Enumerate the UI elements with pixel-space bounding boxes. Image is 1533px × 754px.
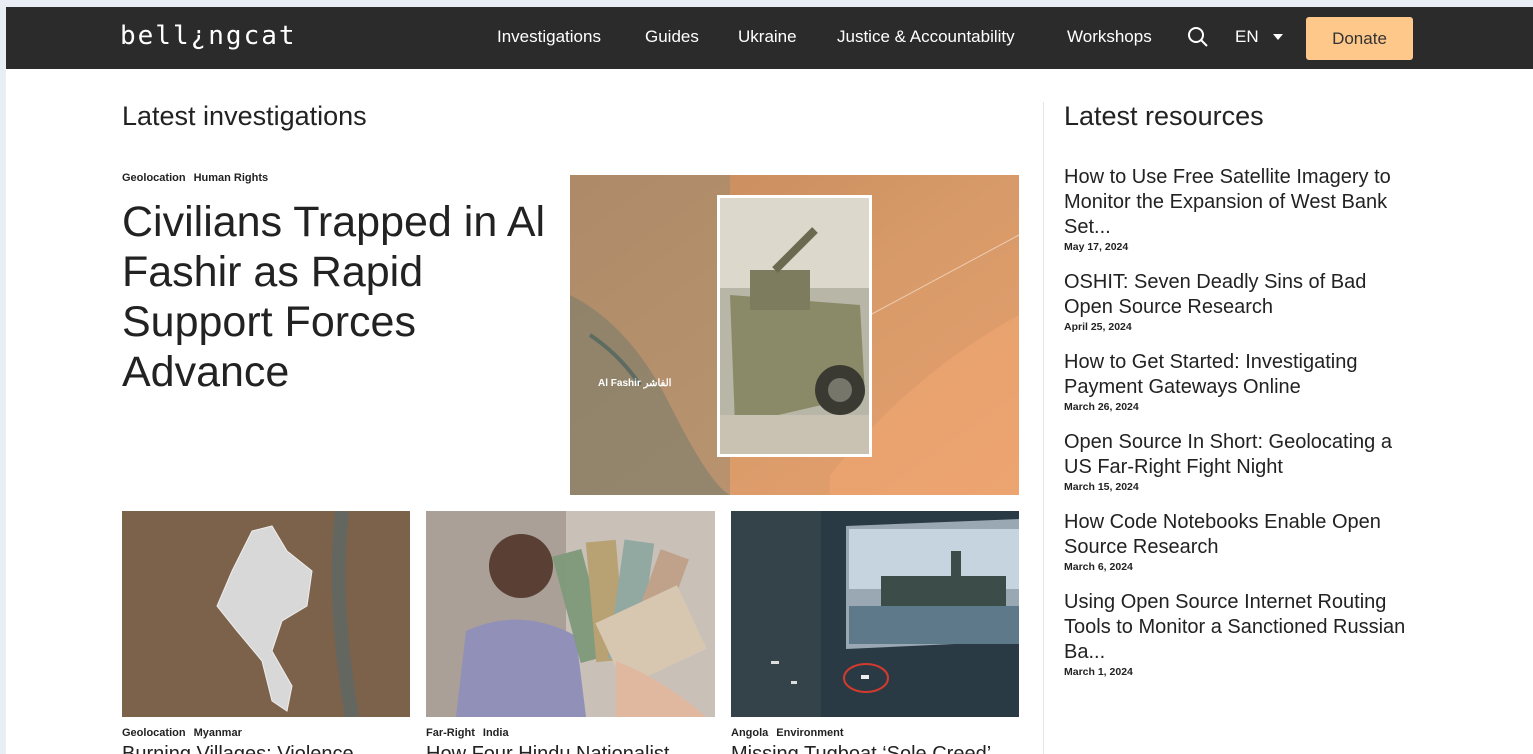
tag-geolocation[interactable]: Geolocation	[122, 172, 186, 184]
bellingcat-logo[interactable]: bell¿ngcat	[120, 21, 297, 51]
tag-angola[interactable]: Angola	[731, 727, 768, 739]
column-divider	[1043, 102, 1044, 754]
resource-title[interactable]: Using Open Source Internet Routing Tools…	[1064, 590, 1409, 665]
resource-item[interactable]: OSHIT: Seven Deadly Sins of Bad Open Sou…	[1064, 270, 1409, 333]
resource-title[interactable]: OSHIT: Seven Deadly Sins of Bad Open Sou…	[1064, 270, 1409, 320]
featured-article-title[interactable]: Civilians Trapped in Al Fashir as Rapid …	[122, 197, 562, 397]
tag-geolocation[interactable]: Geolocation	[122, 727, 186, 739]
resource-item[interactable]: Open Source In Short: Geolocating a US F…	[1064, 430, 1409, 493]
resource-item[interactable]: How to Get Started: Investigating Paymen…	[1064, 350, 1409, 413]
nav-workshops[interactable]: Workshops	[1067, 27, 1152, 47]
resource-item[interactable]: Using Open Source Internet Routing Tools…	[1064, 590, 1409, 678]
card-image-tugboat[interactable]	[731, 511, 1019, 717]
latest-resources-title: Latest resources	[1064, 101, 1264, 131]
page: bell¿ngcat Investigations Guides Ukraine…	[6, 7, 1533, 754]
map-label-al-fashir: Al Fashir الفاشر	[598, 378, 672, 389]
card-tags-myanmar: Geolocation Myanmar	[122, 727, 242, 739]
latest-investigations-title: Latest investigations	[122, 101, 367, 131]
myanmar-map-image	[122, 511, 410, 717]
resource-date: March 26, 2024	[1064, 401, 1139, 413]
resource-item[interactable]: How Code Notebooks Enable Open Source Re…	[1064, 510, 1409, 573]
resource-item[interactable]: How to Use Free Satellite Imagery to Mon…	[1064, 165, 1409, 253]
nav-guides[interactable]: Guides	[645, 27, 699, 47]
card-image-myanmar[interactable]	[122, 511, 410, 717]
resource-title[interactable]: Open Source In Short: Geolocating a US F…	[1064, 430, 1409, 480]
search-icon[interactable]	[1186, 25, 1210, 49]
resources-list: How to Use Free Satellite Imagery to Mon…	[1064, 165, 1409, 695]
resource-date: May 17, 2024	[1064, 241, 1129, 253]
resource-date: March 6, 2024	[1064, 561, 1133, 573]
resource-date: April 25, 2024	[1064, 321, 1132, 333]
card-title-hindu-nationalist[interactable]: How Four Hindu Nationalist	[426, 743, 669, 754]
tag-far-right[interactable]: Far-Right	[426, 727, 475, 739]
tag-india[interactable]: India	[483, 727, 509, 739]
resource-date: March 15, 2024	[1064, 481, 1139, 493]
tugboat-satellite-image	[731, 511, 1019, 717]
resource-date: March 1, 2024	[1064, 666, 1133, 678]
nav-investigations[interactable]: Investigations	[497, 27, 601, 47]
tag-myanmar[interactable]: Myanmar	[194, 727, 242, 739]
language-selector[interactable]: EN	[1235, 27, 1259, 47]
satellite-map-image	[570, 175, 1019, 495]
woman-with-banknotes-image	[426, 511, 715, 717]
tag-environment[interactable]: Environment	[776, 727, 843, 739]
featured-article-image[interactable]: Al Fashir الفاشر	[570, 175, 1019, 495]
nav-ukraine[interactable]: Ukraine	[738, 27, 797, 47]
card-title-tugboat[interactable]: Missing Tugboat ‘Sole Creed’	[731, 743, 991, 754]
featured-tags: Geolocation Human Rights	[122, 172, 268, 184]
chevron-down-icon[interactable]	[1273, 34, 1283, 40]
tag-human-rights[interactable]: Human Rights	[194, 172, 269, 184]
resource-title[interactable]: How to Use Free Satellite Imagery to Mon…	[1064, 165, 1409, 240]
card-title-myanmar[interactable]: Burning Villages: Violence	[122, 743, 354, 754]
card-image-hindu-nationalist[interactable]	[426, 511, 715, 717]
donate-button[interactable]: Donate	[1306, 17, 1413, 60]
nav-justice-accountability[interactable]: Justice & Accountability	[837, 27, 1015, 47]
card-tags-tugboat: Angola Environment	[731, 727, 844, 739]
resource-title[interactable]: How Code Notebooks Enable Open Source Re…	[1064, 510, 1409, 560]
site-header: bell¿ngcat Investigations Guides Ukraine…	[6, 7, 1533, 69]
card-tags-hindu-nationalist: Far-Right India	[426, 727, 509, 739]
resource-title[interactable]: How to Get Started: Investigating Paymen…	[1064, 350, 1409, 400]
